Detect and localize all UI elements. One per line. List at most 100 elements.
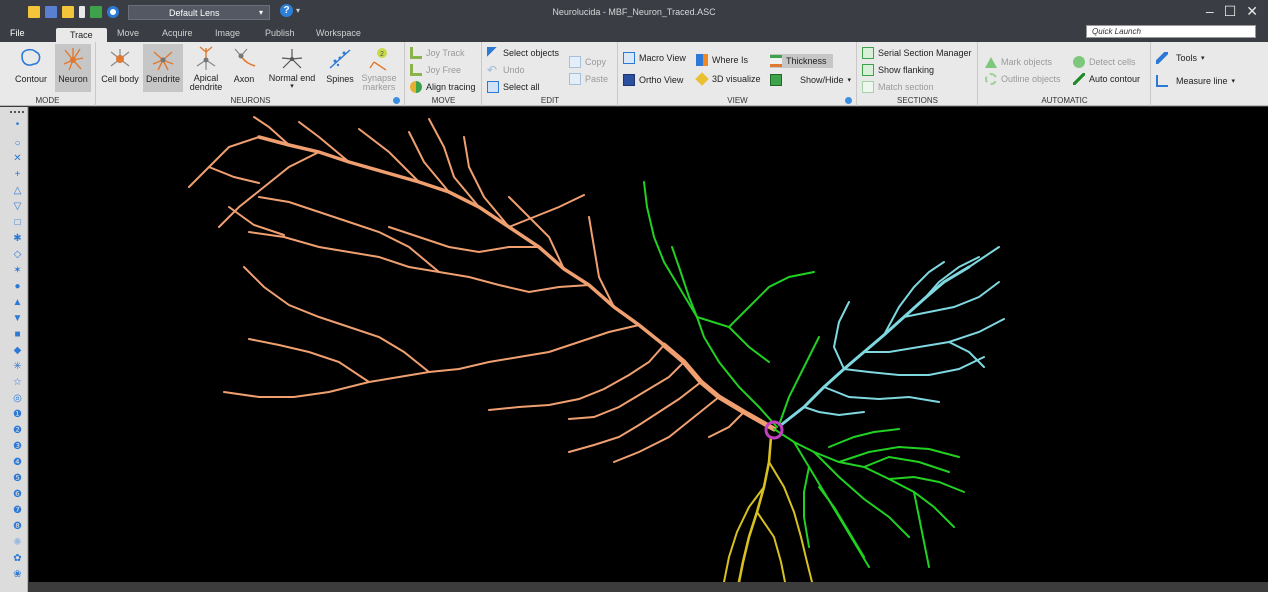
- apical-dendrite-button[interactable]: Apical dendrite: [187, 44, 225, 92]
- marker-7-icon[interactable]: ❼: [12, 505, 23, 516]
- contour-icon: [21, 48, 41, 66]
- ortho-view-button[interactable]: Ortho View: [623, 73, 683, 87]
- target-marker-icon[interactable]: ◎: [12, 393, 23, 404]
- circle-marker-icon[interactable]: ○: [12, 138, 23, 149]
- filled-square-marker-icon[interactable]: ■: [12, 329, 23, 340]
- tab-publish[interactable]: Publish: [265, 28, 295, 38]
- undo-button[interactable]: ↶ Undo: [487, 63, 525, 77]
- marker-5-icon[interactable]: ❺: [12, 473, 23, 484]
- measure-line-icon: [1156, 75, 1168, 87]
- view-group: Macro View Ortho View Where Is 3D visual…: [619, 42, 857, 106]
- macro-view-button[interactable]: Macro View: [623, 51, 686, 65]
- ortho-view-label: Ortho View: [639, 75, 684, 85]
- filled-triangle-down-marker-icon[interactable]: ▼: [12, 313, 23, 324]
- joy-free-button[interactable]: Joy Free: [410, 63, 461, 77]
- where-is-button[interactable]: Where Is: [696, 53, 748, 67]
- dendrite-button[interactable]: Dendrite: [143, 44, 183, 92]
- toolbar-grip[interactable]: [10, 111, 24, 113]
- filled-diamond-marker-icon[interactable]: ◆: [12, 345, 23, 356]
- star-marker-icon[interactable]: ✶: [12, 265, 23, 276]
- normal-end-label: Normal end: [268, 73, 316, 83]
- marker-2-icon[interactable]: ❷: [12, 425, 23, 436]
- apical-dendrite-label-line2: dendrite: [189, 82, 223, 92]
- tools-label: Tools: [1176, 53, 1198, 63]
- tracing-canvas[interactable]: [29, 107, 1268, 584]
- axon-button[interactable]: Axon: [228, 44, 260, 92]
- tab-acquire[interactable]: Acquire: [162, 28, 193, 38]
- copy-button[interactable]: Copy: [569, 55, 606, 69]
- marker-1-icon[interactable]: ❶: [12, 409, 23, 420]
- select-all-label: Select all: [503, 82, 540, 92]
- tab-file[interactable]: File: [10, 28, 25, 38]
- neurons-options-icon[interactable]: [393, 97, 400, 104]
- select-objects-button[interactable]: Select objects: [487, 46, 559, 60]
- mark-objects-label: Mark objects: [1001, 57, 1053, 67]
- align-tracing-icon: [410, 81, 422, 93]
- automatic-group: Mark objects Outline objects Detect cell…: [979, 42, 1151, 106]
- contour-label: Contour: [14, 74, 48, 84]
- where-is-icon: [696, 54, 708, 66]
- align-tracing-button[interactable]: Align tracing: [410, 80, 476, 94]
- marker-3-icon[interactable]: ❸: [12, 441, 23, 452]
- match-section-button[interactable]: Match section: [862, 80, 934, 94]
- where-is-label: Where Is: [712, 55, 749, 65]
- tab-move[interactable]: Move: [117, 28, 139, 38]
- tab-workspace[interactable]: Workspace: [316, 28, 361, 38]
- 3d-visualize-button[interactable]: 3D visualize: [695, 72, 761, 86]
- x-marker-icon[interactable]: ✕: [12, 153, 23, 164]
- filled-triangle-up-marker-icon[interactable]: ▲: [12, 297, 23, 308]
- close-button[interactable]: ✕: [1246, 3, 1258, 20]
- cell-body-button[interactable]: Cell body: [99, 44, 141, 92]
- snowflake-marker-icon[interactable]: ✱: [12, 233, 23, 244]
- wrench-icon: [1156, 52, 1168, 64]
- select-all-button[interactable]: Select all: [487, 80, 540, 94]
- gear-marker-icon[interactable]: ✺: [12, 537, 23, 548]
- contour-button[interactable]: Contour: [12, 44, 50, 92]
- diamond-marker-icon[interactable]: ◇: [12, 249, 23, 260]
- 3d-visualize-label: 3D visualize: [712, 74, 761, 84]
- measure-line-button[interactable]: Measure line ▾: [1156, 74, 1235, 88]
- outline-objects-button[interactable]: Outline objects: [985, 72, 1061, 86]
- sections-group-label: SECTIONS: [897, 96, 938, 105]
- cyan-dendrite-tree: [779, 246, 1005, 427]
- triangle-down-marker-icon[interactable]: ▽: [12, 201, 23, 212]
- cluster-marker-icon[interactable]: ❀: [12, 569, 23, 580]
- marker-4-icon[interactable]: ❹: [12, 457, 23, 468]
- detect-cells-button[interactable]: Detect cells: [1073, 55, 1136, 69]
- mark-objects-button[interactable]: Mark objects: [985, 55, 1052, 69]
- marker-6-icon[interactable]: ❻: [12, 489, 23, 500]
- spines-button[interactable]: Spines: [323, 44, 357, 92]
- status-bar: [29, 582, 1268, 592]
- view-options-icon[interactable]: [845, 97, 852, 104]
- show-hide-button[interactable]: Show/Hide ▾: [770, 73, 851, 87]
- synapse-markers-button[interactable]: 2 Synapse markers: [359, 44, 399, 92]
- tab-trace[interactable]: Trace: [56, 28, 107, 42]
- maximize-button[interactable]: ☐: [1224, 3, 1237, 20]
- minimize-button[interactable]: –: [1206, 3, 1214, 20]
- thickness-button[interactable]: Thickness: [770, 54, 833, 68]
- dot-marker-icon[interactable]: •: [12, 119, 23, 130]
- quick-launch-input[interactable]: Quick Launch: [1086, 25, 1256, 38]
- measure-line-label: Measure line: [1176, 76, 1228, 86]
- paste-button[interactable]: Paste: [569, 72, 608, 86]
- square-marker-icon[interactable]: □: [12, 217, 23, 228]
- apical-dendrite-icon: [196, 46, 216, 70]
- asterisk-marker-icon[interactable]: ✳: [12, 361, 23, 372]
- triangle-up-marker-icon[interactable]: △: [12, 185, 23, 196]
- filled-circle-marker-icon[interactable]: ●: [12, 281, 23, 292]
- sections-group: Serial Section Manager Show flanking Mat…: [858, 42, 978, 106]
- tab-image[interactable]: Image: [215, 28, 240, 38]
- ribbon-tabs: File Trace Move Acquire Image Publish Wo…: [0, 26, 1268, 42]
- auto-contour-button[interactable]: Auto contour: [1073, 72, 1140, 86]
- normal-end-button[interactable]: Normal end ▾: [265, 44, 319, 92]
- tools-button[interactable]: Tools ▾: [1156, 51, 1205, 65]
- neuron-button[interactable]: Neuron: [55, 44, 91, 92]
- plus-marker-icon[interactable]: +: [12, 169, 23, 180]
- show-flanking-button[interactable]: Show flanking: [862, 63, 934, 77]
- serial-section-manager-button[interactable]: Serial Section Manager: [862, 46, 972, 60]
- flower-marker-icon[interactable]: ✿: [12, 553, 23, 564]
- marker-toolbar: • ○ ✕ + △ ▽ □ ✱ ◇ ✶ ● ▲ ▼ ■ ◆ ✳ ☆ ◎ ❶ ❷ …: [0, 107, 28, 592]
- marker-8-icon[interactable]: ❽: [12, 521, 23, 532]
- joy-track-button[interactable]: Joy Track: [410, 46, 465, 60]
- outline-star-marker-icon[interactable]: ☆: [12, 377, 23, 388]
